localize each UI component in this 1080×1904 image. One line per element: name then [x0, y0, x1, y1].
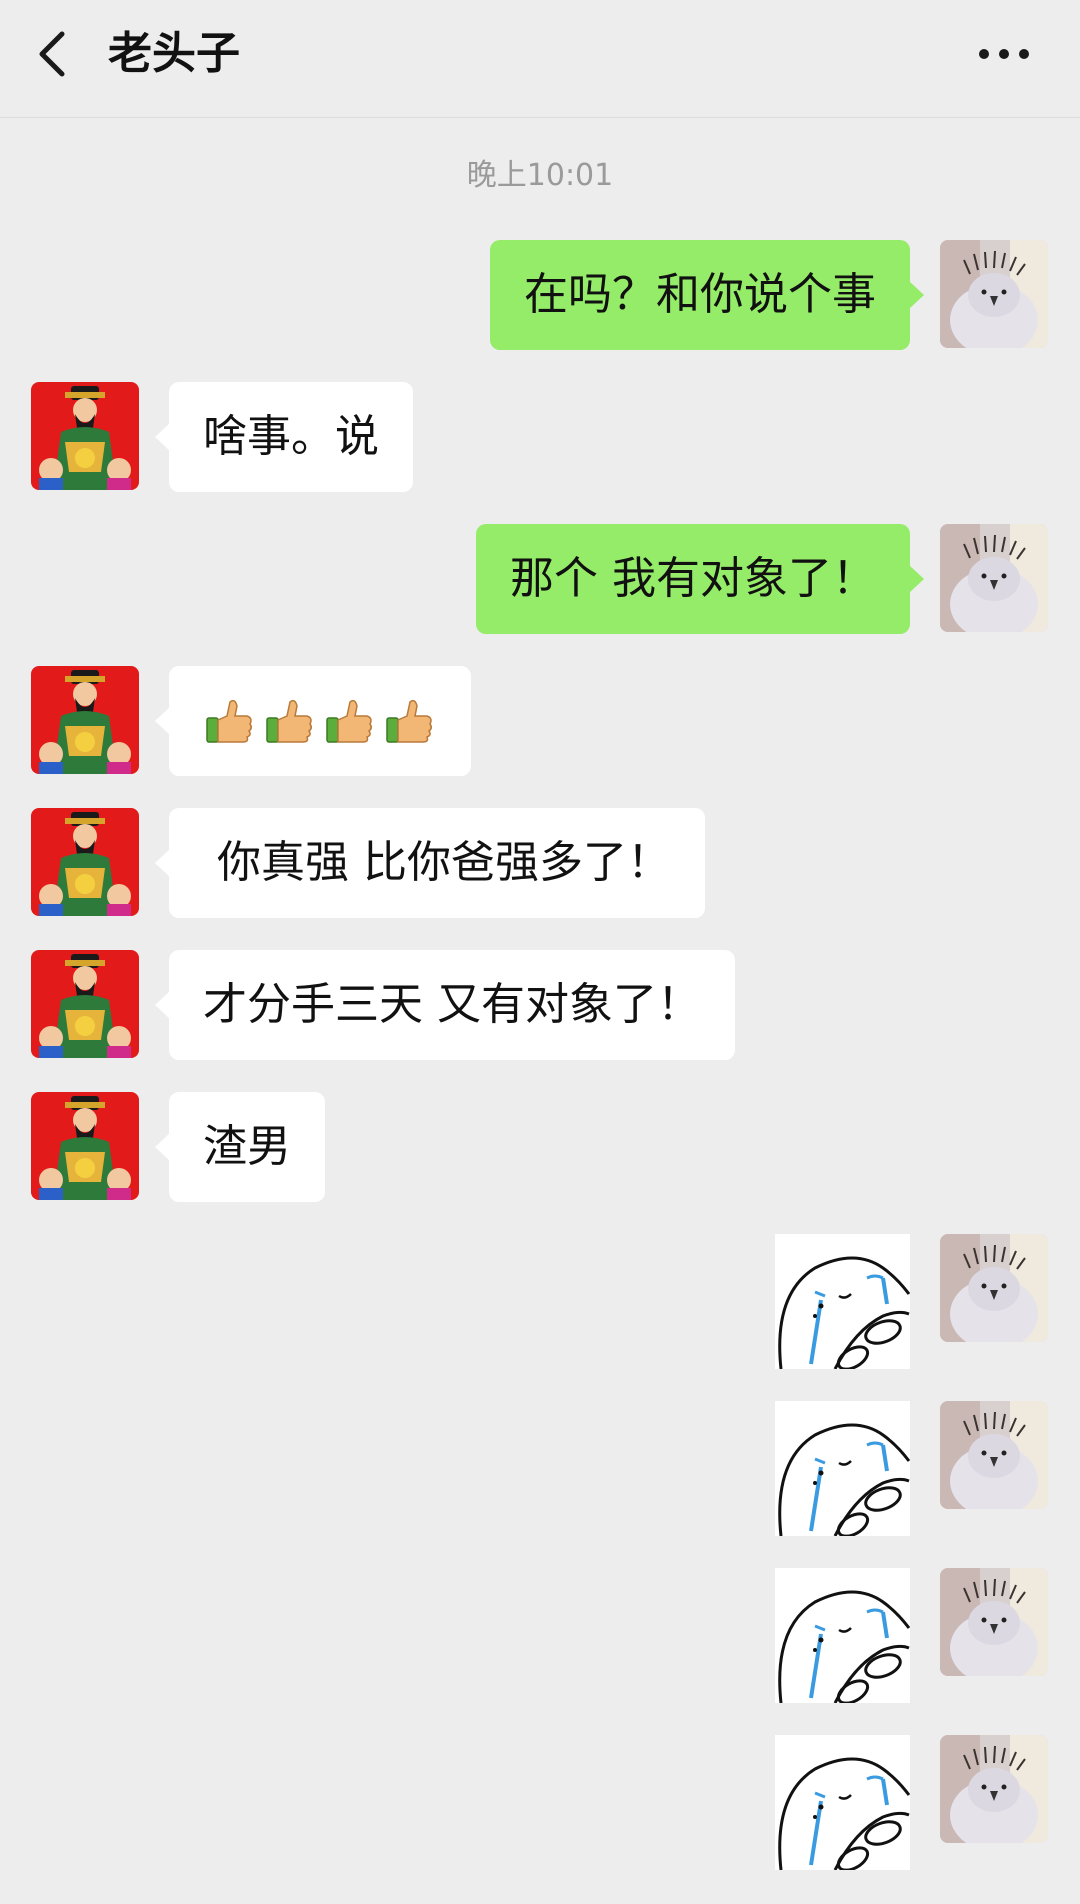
contact-avatar[interactable]: [31, 1092, 139, 1200]
incoming-message-bubble[interactable]: 渣男: [155, 1092, 325, 1202]
outgoing-message-bubble[interactable]: 在吗？和你说个事: [490, 240, 924, 350]
incoming-message-bubble[interactable]: 啥事。说: [155, 382, 413, 492]
incoming-message-bubble[interactable]: 才分手三天 又有对象了！: [155, 950, 735, 1060]
thumbs-up-icon: [203, 694, 257, 748]
incoming-emoji-bubble[interactable]: [155, 666, 471, 776]
contact-avatar[interactable]: [31, 950, 139, 1058]
my-avatar[interactable]: [940, 524, 1048, 632]
message-timestamp: 晚上10:01: [466, 158, 614, 193]
outgoing-message-bubble[interactable]: 那个 我有对象了！: [476, 524, 924, 634]
crying-blob-sticker[interactable]: [775, 1234, 910, 1369]
back-arrow-icon[interactable]: [30, 22, 78, 86]
chat-header: 老头子: [0, 0, 1080, 118]
my-avatar[interactable]: [940, 1568, 1048, 1676]
my-avatar[interactable]: [940, 1234, 1048, 1342]
my-avatar[interactable]: [940, 1735, 1048, 1843]
contact-avatar[interactable]: [31, 666, 139, 774]
thumbs-up-icon: [383, 694, 437, 748]
thumbs-up-icon: [323, 694, 377, 748]
my-avatar[interactable]: [940, 1401, 1048, 1509]
crying-blob-sticker[interactable]: [775, 1735, 910, 1870]
contact-avatar[interactable]: [31, 808, 139, 916]
more-options-icon[interactable]: [972, 34, 1036, 74]
my-avatar[interactable]: [940, 240, 1048, 348]
thumbs-up-icon: [263, 694, 317, 748]
crying-blob-sticker[interactable]: [775, 1401, 910, 1536]
contact-avatar[interactable]: [31, 382, 139, 490]
incoming-message-bubble[interactable]: 你真强 比你爸强多了！: [155, 808, 705, 918]
crying-blob-sticker[interactable]: [775, 1568, 910, 1703]
chat-title: 老头子: [108, 28, 240, 79]
